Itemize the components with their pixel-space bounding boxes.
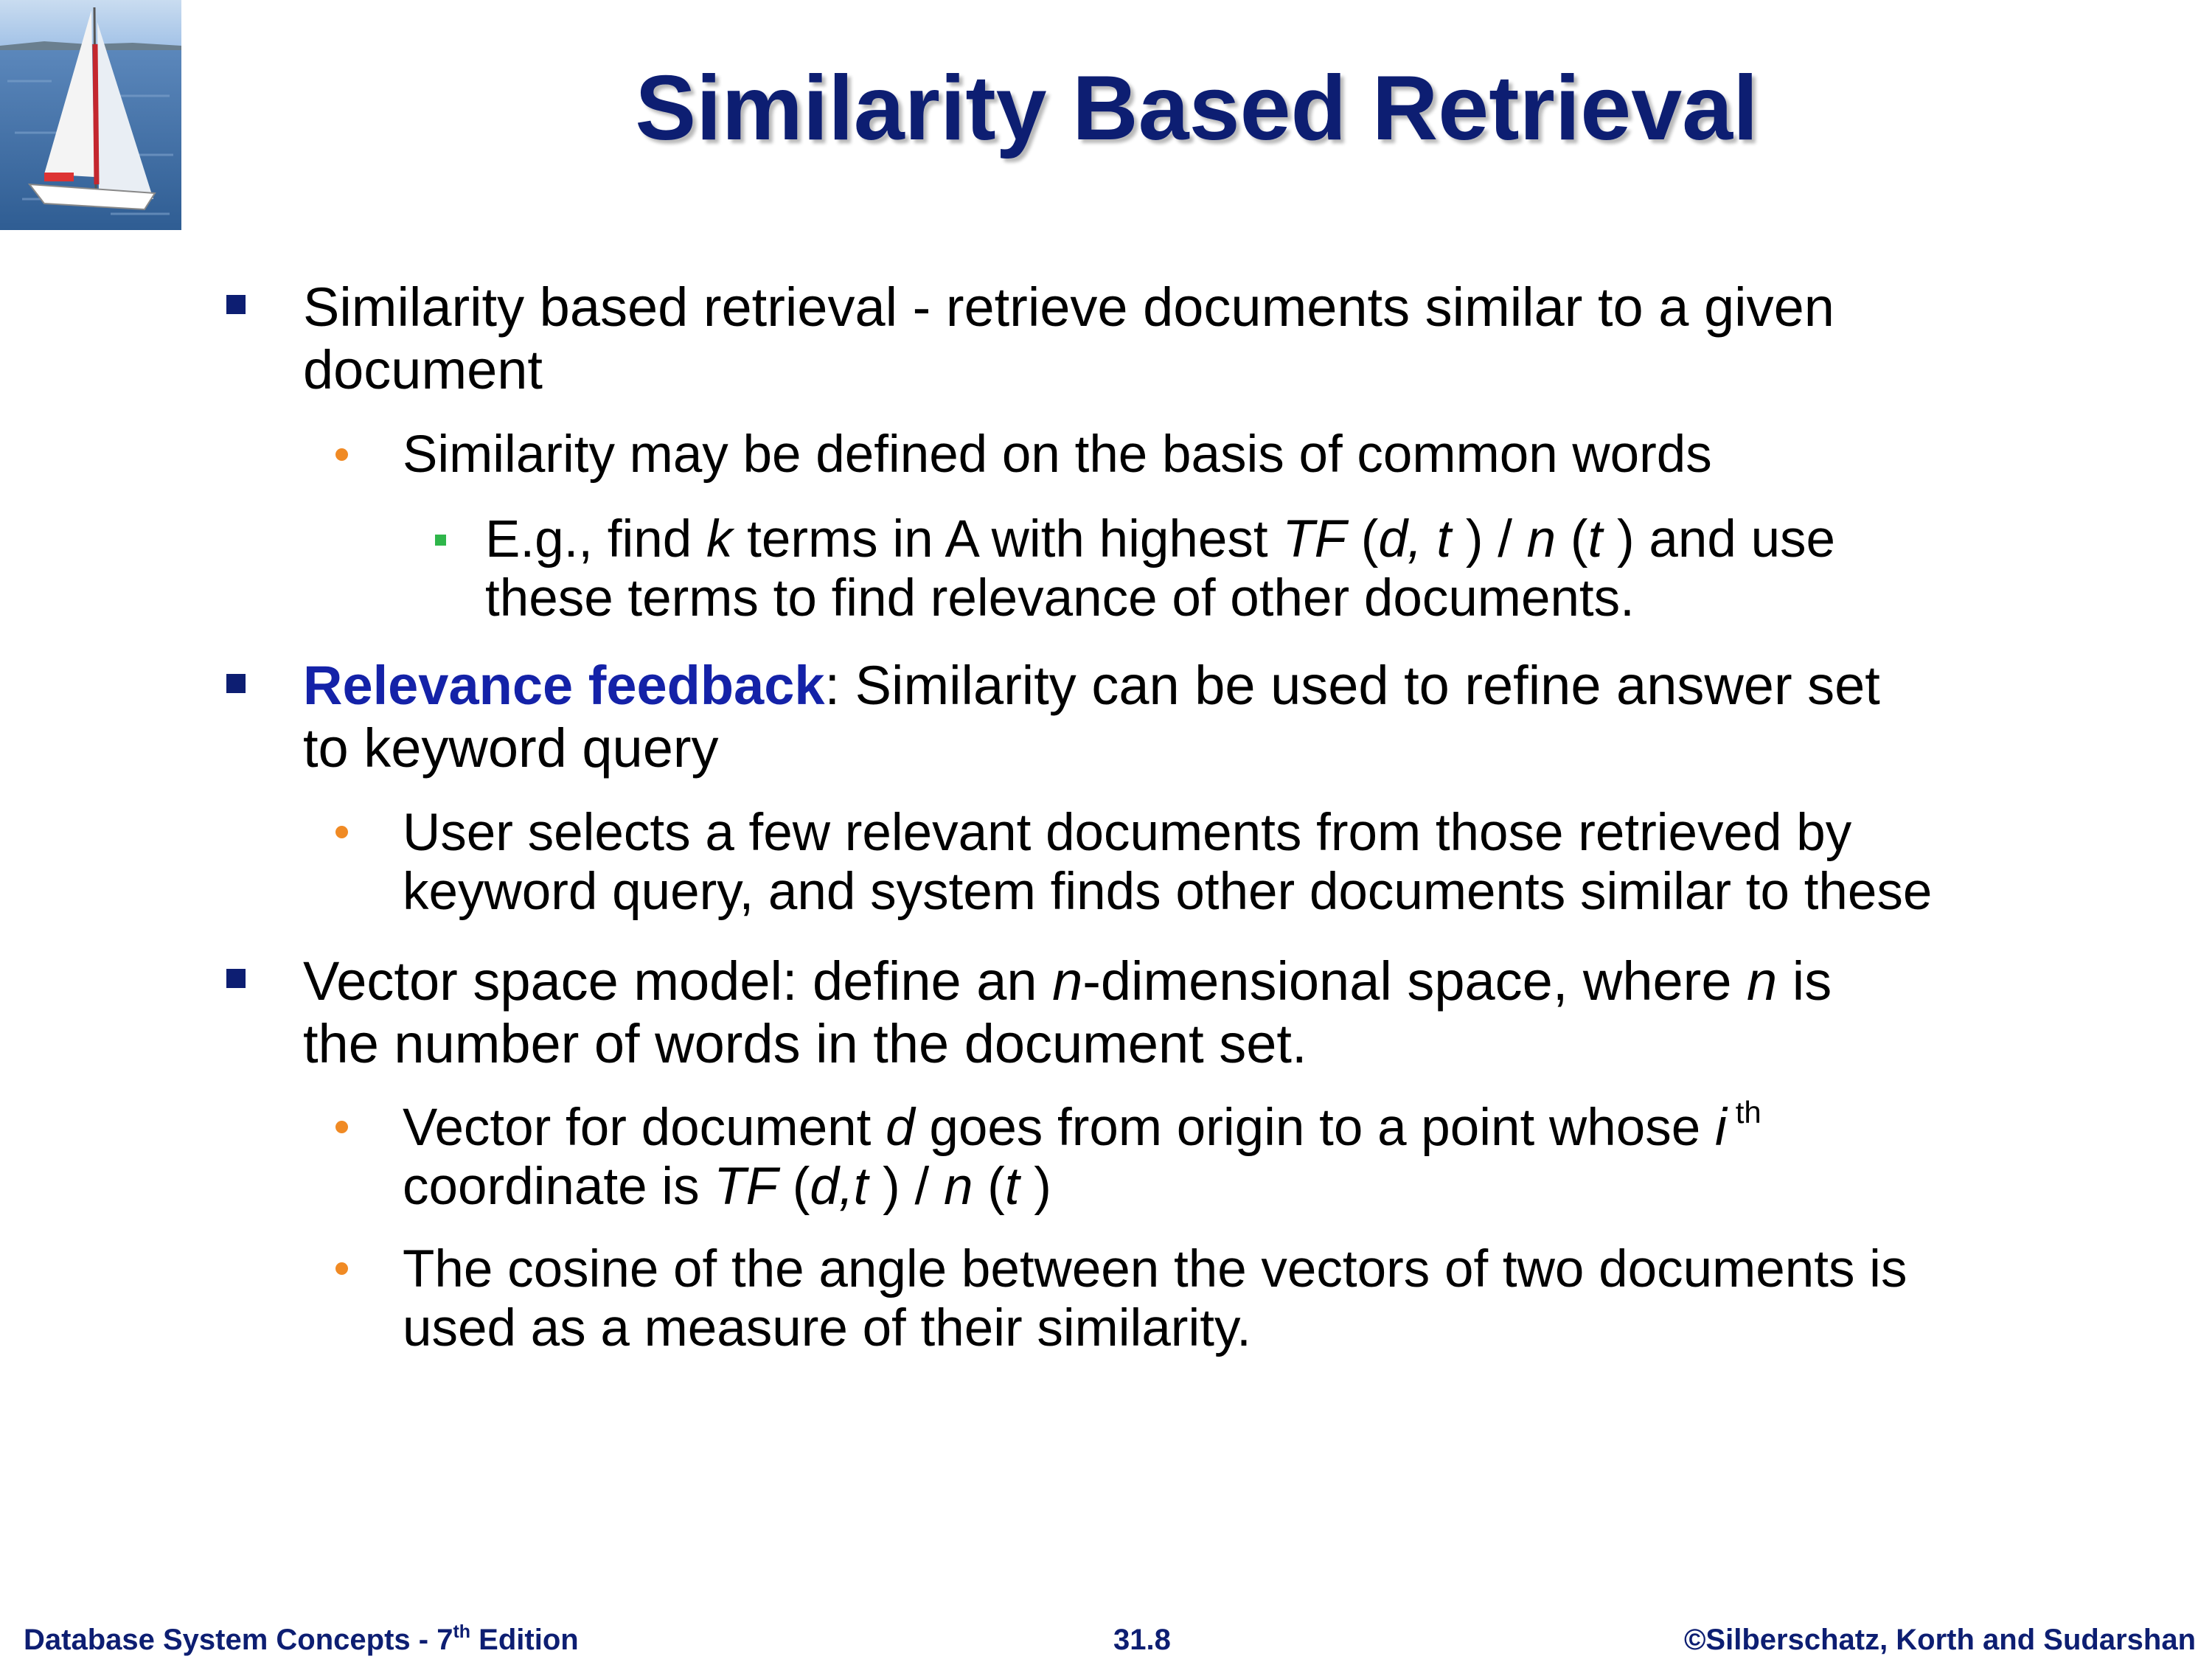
text-span: Vector for document <box>403 1099 886 1157</box>
bullet-1-sub-1a-line-2: these terms to find relevance of other d… <box>485 569 1635 627</box>
italic-n: n <box>943 1158 973 1216</box>
bullet-2-line-2: to keyword query <box>303 717 719 779</box>
text-span: Vector space model: define an <box>303 950 1053 1012</box>
text-span: ( <box>1556 510 1588 568</box>
italic-n: n <box>1052 950 1083 1012</box>
bullet-square-icon <box>226 674 246 693</box>
italic-k: k <box>706 510 733 568</box>
italic-t: t <box>1004 1158 1020 1216</box>
bullet-square-icon <box>226 295 246 314</box>
text-span: ) / <box>1451 510 1527 568</box>
text-span: Edition <box>470 1624 579 1656</box>
footer-copyright: ©Silberschatz, Korth and Sudarshan <box>1683 1624 2196 1656</box>
bullet-3-sub-2-line-2: used as a measure of their similarity. <box>403 1299 1251 1357</box>
bullet-square-icon <box>226 969 246 988</box>
text-span: terms in A with highest <box>732 510 1283 568</box>
bullet-2-sub-1-line-2: keyword query, and system finds other do… <box>403 863 1933 921</box>
text-span: ) <box>1019 1158 1051 1216</box>
italic-i: i <box>1714 1099 1727 1157</box>
bullet-3-sub-2-line-1: The cosine of the angle between the vect… <box>403 1240 1907 1298</box>
bullet-1-line-1: Similarity based retrieval - retrieve do… <box>303 276 1834 338</box>
bullet-dot-icon <box>335 1121 348 1133</box>
bullet-2-line-1: Relevance feedback: Similarity can be us… <box>303 654 1880 717</box>
bullet-1-sub-1a-line-1: E.g., find k terms in A with highest TF … <box>485 510 1835 569</box>
italic-dt: d, t <box>1378 510 1452 568</box>
text-span: : Similarity can be used to refine answe… <box>824 655 1880 716</box>
page-number: 31.8 <box>1113 1624 1171 1656</box>
text-span: goes from origin to a point whose <box>914 1099 1715 1157</box>
bullet-2-sub-1-line-1: User selects a few relevant documents fr… <box>403 804 1852 862</box>
bullet-3-sub-1-line-1: Vector for document d goes from origin t… <box>403 1097 1761 1158</box>
text-span: -dimensional space, where <box>1082 950 1747 1012</box>
italic-n: n <box>1526 510 1557 568</box>
footer-left: Database System Concepts - 7th Edition <box>24 1622 579 1658</box>
text-span: ( <box>1346 510 1379 568</box>
italic-n: n <box>1747 950 1778 1012</box>
bullet-dot-icon <box>335 448 348 461</box>
keyword-relevance-feedback: Relevance feedback <box>303 655 825 716</box>
text-span: is <box>1777 950 1832 1012</box>
text-span: ) / <box>868 1158 944 1216</box>
bullet-1-sub-1: Similarity may be defined on the basis o… <box>403 425 1712 484</box>
italic-t: t <box>1587 510 1603 568</box>
superscript-th: th <box>1735 1095 1761 1130</box>
bullet-3-line-2: the number of words in the document set. <box>303 1013 1307 1074</box>
text-span: ( <box>778 1158 810 1216</box>
text-span: coordinate is <box>403 1158 714 1216</box>
text-span: E.g., find <box>485 510 706 568</box>
bullet-small-square-icon <box>435 535 446 546</box>
bullet-dot-icon <box>335 1262 348 1275</box>
italic-tf: TF <box>1282 510 1347 568</box>
bullet-3-line-1: Vector space model: define an n-dimensio… <box>303 950 1832 1012</box>
text-span: Database System Concepts - 7 <box>24 1624 453 1656</box>
italic-dt: d,t <box>810 1158 869 1216</box>
text-span: ) and use <box>1602 510 1836 568</box>
italic-tf: TF <box>714 1158 779 1216</box>
bullet-1-line-2: document <box>303 339 543 400</box>
slide-title: Similarity Based Retrieval <box>635 58 1759 159</box>
sailboat-logo-image <box>0 0 181 230</box>
bullet-dot-icon <box>335 826 348 838</box>
text-span: ( <box>973 1158 1005 1216</box>
superscript-th: th <box>453 1621 471 1642</box>
bullet-3-sub-1-line-2: coordinate is TF (d,t ) / n (t ) <box>403 1158 1051 1217</box>
italic-d: d <box>886 1099 915 1157</box>
